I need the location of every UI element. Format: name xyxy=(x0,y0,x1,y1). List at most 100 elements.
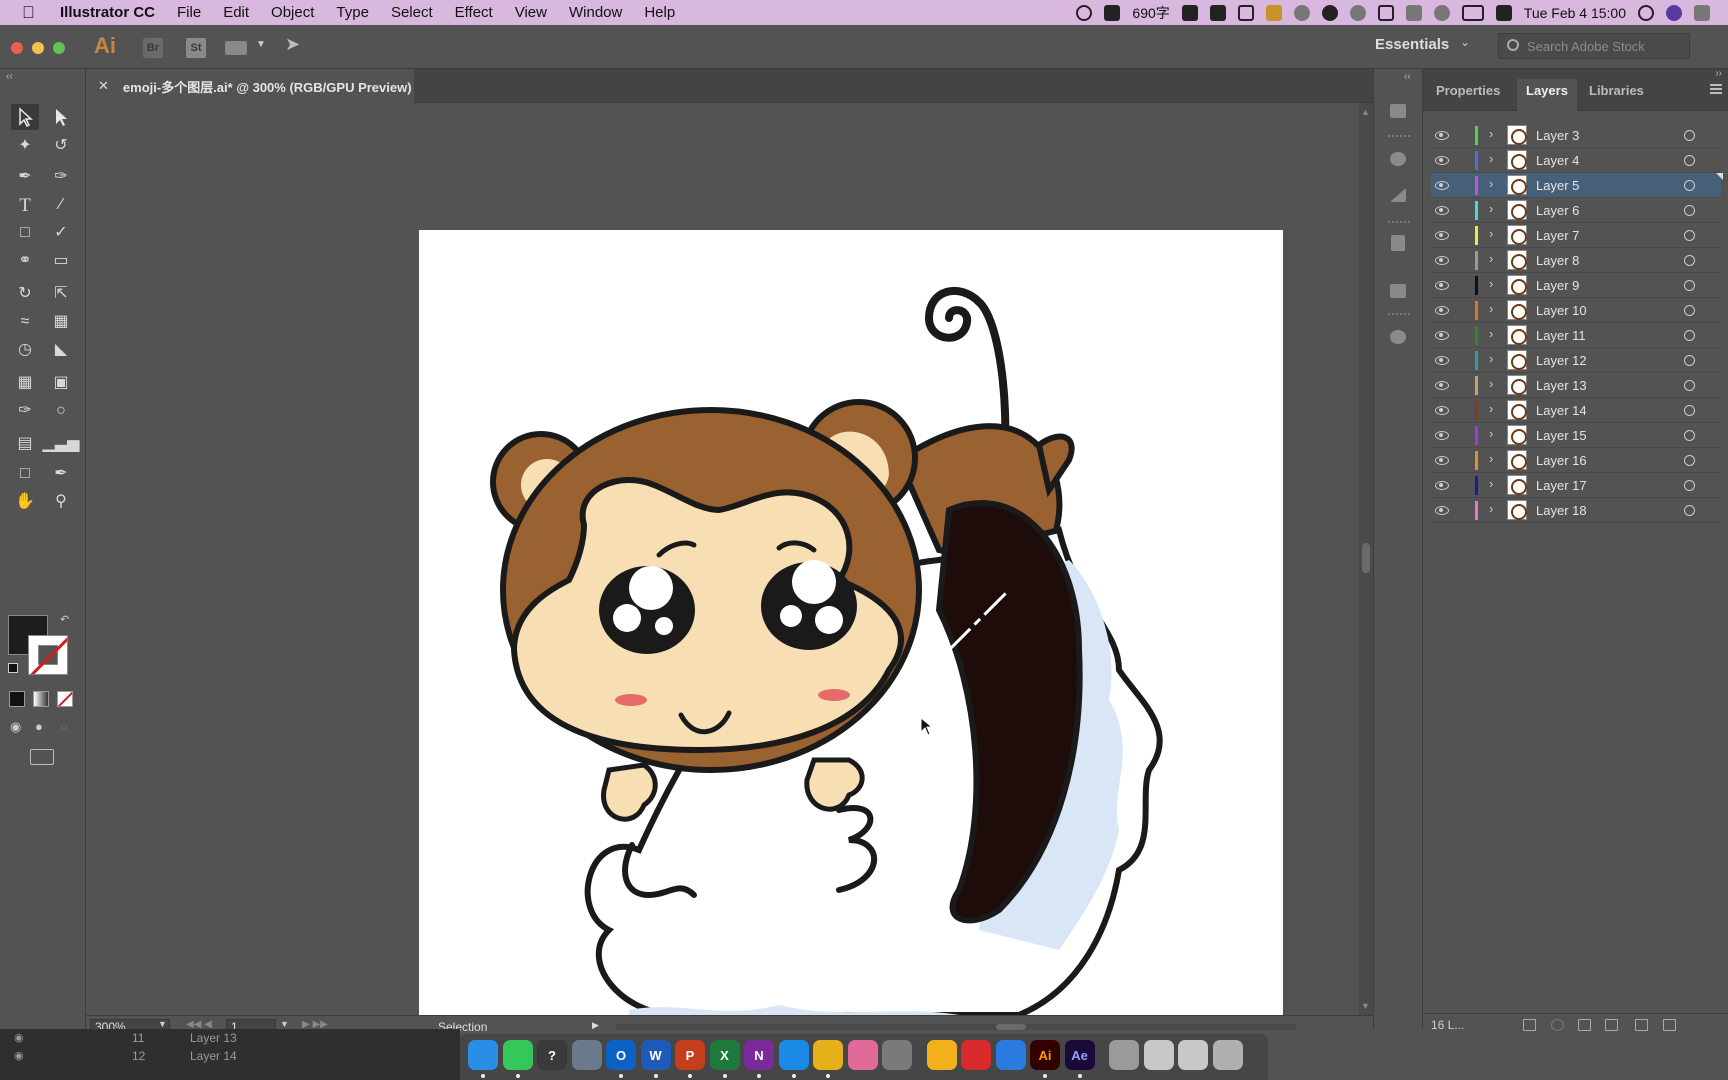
notification-center-icon[interactable] xyxy=(1694,4,1710,21)
appearance-panel-button[interactable] xyxy=(1387,101,1409,121)
layer-name[interactable]: Layer 10 xyxy=(1536,303,1587,318)
chevron-right-icon[interactable]: › xyxy=(1489,326,1493,341)
menu-object[interactable]: Object xyxy=(271,4,314,21)
zoom-window-button[interactable] xyxy=(53,42,65,54)
tab-libraries[interactable]: Libraries xyxy=(1580,79,1653,111)
bridge-button[interactable]: Br xyxy=(143,38,163,58)
pinwheel-icon[interactable] xyxy=(1104,4,1121,21)
microphone-icon[interactable] xyxy=(1209,4,1226,21)
slice-tool[interactable]: ✒ xyxy=(47,461,75,487)
menu-help[interactable]: Help xyxy=(644,4,675,21)
curvature-tool[interactable]: ✑ xyxy=(47,164,75,190)
layer-name[interactable]: Layer 7 xyxy=(1536,228,1579,243)
chevron-right-icon[interactable]: › xyxy=(1489,426,1493,441)
chevron-down-icon[interactable]: ▼ xyxy=(158,1019,167,1029)
layer-name[interactable]: Layer 15 xyxy=(1536,428,1587,443)
target-circle-icon[interactable] xyxy=(1684,455,1695,466)
color-mode-button[interactable] xyxy=(9,691,25,707)
monkey-emoji-artwork[interactable] xyxy=(419,230,1283,1015)
chevron-down-icon[interactable]: ▼ xyxy=(256,39,266,50)
expand-panel-icon[interactable]: ›› xyxy=(1715,68,1722,79)
layer-name[interactable]: Layer 13 xyxy=(1536,378,1587,393)
color-panel-button[interactable] xyxy=(1387,149,1409,169)
qq-browser-dock-icon[interactable] xyxy=(995,1040,1026,1070)
width-tool[interactable]: ≈ xyxy=(11,309,39,335)
chevron-right-icon[interactable]: › xyxy=(1489,226,1493,241)
layer-name[interactable]: Layer 9 xyxy=(1536,278,1579,293)
export-icon[interactable] xyxy=(1523,1019,1536,1031)
record-icon[interactable] xyxy=(1076,4,1093,21)
gradient-tool[interactable]: ▣ xyxy=(47,370,75,396)
artboard[interactable] xyxy=(419,230,1283,1015)
scribble-icon[interactable] xyxy=(1321,4,1338,21)
artboard-tool[interactable]: □ xyxy=(11,461,39,487)
target-circle-icon[interactable] xyxy=(1684,430,1695,441)
layer-row[interactable]: › Layer 5 xyxy=(1431,173,1723,198)
eye-icon[interactable] xyxy=(1435,256,1449,265)
layer-name[interactable]: Layer 3 xyxy=(1536,128,1579,143)
onenote-dock-icon[interactable]: N xyxy=(744,1040,774,1070)
layer-name[interactable]: Layer 12 xyxy=(1536,353,1587,368)
zoom-tool[interactable]: ⚲ xyxy=(47,489,75,515)
target-circle-icon[interactable] xyxy=(1684,155,1695,166)
battery-icon[interactable] xyxy=(1461,4,1484,21)
trash-icon[interactable] xyxy=(1663,1019,1676,1031)
layer-name[interactable]: Layer 14 xyxy=(1536,403,1587,418)
screen-mode-icon[interactable] xyxy=(30,749,54,765)
scroll-down-arrow-icon[interactable]: ▼ xyxy=(1361,1001,1370,1011)
hand-tool[interactable]: ✋ xyxy=(11,489,39,515)
magnifier-icon[interactable] xyxy=(1349,4,1366,21)
clipping-mask-icon[interactable] xyxy=(1578,1019,1591,1031)
shape-builder-tool[interactable]: ◷ xyxy=(11,337,39,363)
arrange-documents-icon[interactable] xyxy=(225,41,247,55)
launchpad-dock-icon[interactable] xyxy=(571,1040,602,1070)
input-method-icon[interactable] xyxy=(1181,4,1198,21)
trash-dock-icon[interactable] xyxy=(1212,1040,1243,1070)
chevron-down-icon[interactable]: ▼ xyxy=(280,1019,289,1029)
close-icon[interactable]: ✕ xyxy=(98,78,109,94)
eye-icon[interactable] xyxy=(1435,356,1449,365)
canvas[interactable] xyxy=(86,103,1359,1015)
preview-dock-icon[interactable] xyxy=(1109,1040,1139,1070)
target-circle-icon[interactable] xyxy=(1684,280,1695,291)
layer-name[interactable]: Layer 6 xyxy=(1536,203,1579,218)
document-tab[interactable]: ✕ emoji-多个图层.ai* @ 300% (RGB/GPU Preview… xyxy=(86,69,414,103)
vertical-scrollbar[interactable]: ▲ ▼ xyxy=(1359,103,1373,1015)
finder-dock-icon[interactable] xyxy=(468,1040,498,1070)
magic-wand-tool[interactable]: ✦ xyxy=(11,133,39,159)
grid-icon[interactable] xyxy=(1237,4,1254,21)
layer-name[interactable]: Layer 17 xyxy=(1536,478,1587,493)
draw-normal-icon[interactable]: ◉ xyxy=(10,719,21,735)
menu-view[interactable]: View xyxy=(515,4,547,21)
shaper-tool[interactable]: ⚭ xyxy=(11,248,39,274)
target-circle-icon[interactable] xyxy=(1684,230,1695,241)
scroll-up-arrow-icon[interactable]: ▲ xyxy=(1361,107,1370,117)
pen-tool[interactable]: ✒ xyxy=(11,164,39,190)
system-preferences-dock-icon[interactable] xyxy=(882,1040,912,1070)
target-circle-icon[interactable] xyxy=(1684,505,1695,516)
apple-icon[interactable]:  xyxy=(22,3,46,23)
siri-icon[interactable] xyxy=(1666,4,1682,21)
eyedropper-tool[interactable]: ✑ xyxy=(11,398,39,424)
chevron-right-icon[interactable]: › xyxy=(1489,251,1493,266)
eye-icon[interactable] xyxy=(1435,131,1449,140)
target-circle-icon[interactable] xyxy=(1684,330,1695,341)
photos-dock-icon[interactable] xyxy=(847,1040,878,1070)
chevron-right-icon[interactable]: › xyxy=(1489,376,1493,391)
stock-search-field[interactable] xyxy=(1498,33,1690,59)
eye-icon[interactable] xyxy=(1435,506,1449,515)
target-circle-icon[interactable] xyxy=(1684,130,1695,141)
eye-icon[interactable] xyxy=(1435,181,1449,190)
layer-row[interactable]: › Layer 13 xyxy=(1431,373,1721,398)
target-circle-icon[interactable] xyxy=(1684,180,1695,191)
xmind-dock-icon[interactable] xyxy=(961,1040,991,1070)
menu-edit[interactable]: Edit xyxy=(223,4,249,21)
target-circle-icon[interactable] xyxy=(1684,255,1695,266)
layer-name[interactable]: Layer 5 xyxy=(1536,178,1579,193)
layer-row[interactable]: › Layer 11 xyxy=(1431,323,1721,348)
layer-row[interactable]: › Layer 16 xyxy=(1431,448,1721,473)
eraser-tool[interactable]: ▭ xyxy=(47,248,75,274)
pathfinder-panel-button[interactable] xyxy=(1387,281,1409,301)
blend-tool[interactable]: ○ xyxy=(47,398,75,424)
target-circle-icon[interactable] xyxy=(1684,380,1695,391)
